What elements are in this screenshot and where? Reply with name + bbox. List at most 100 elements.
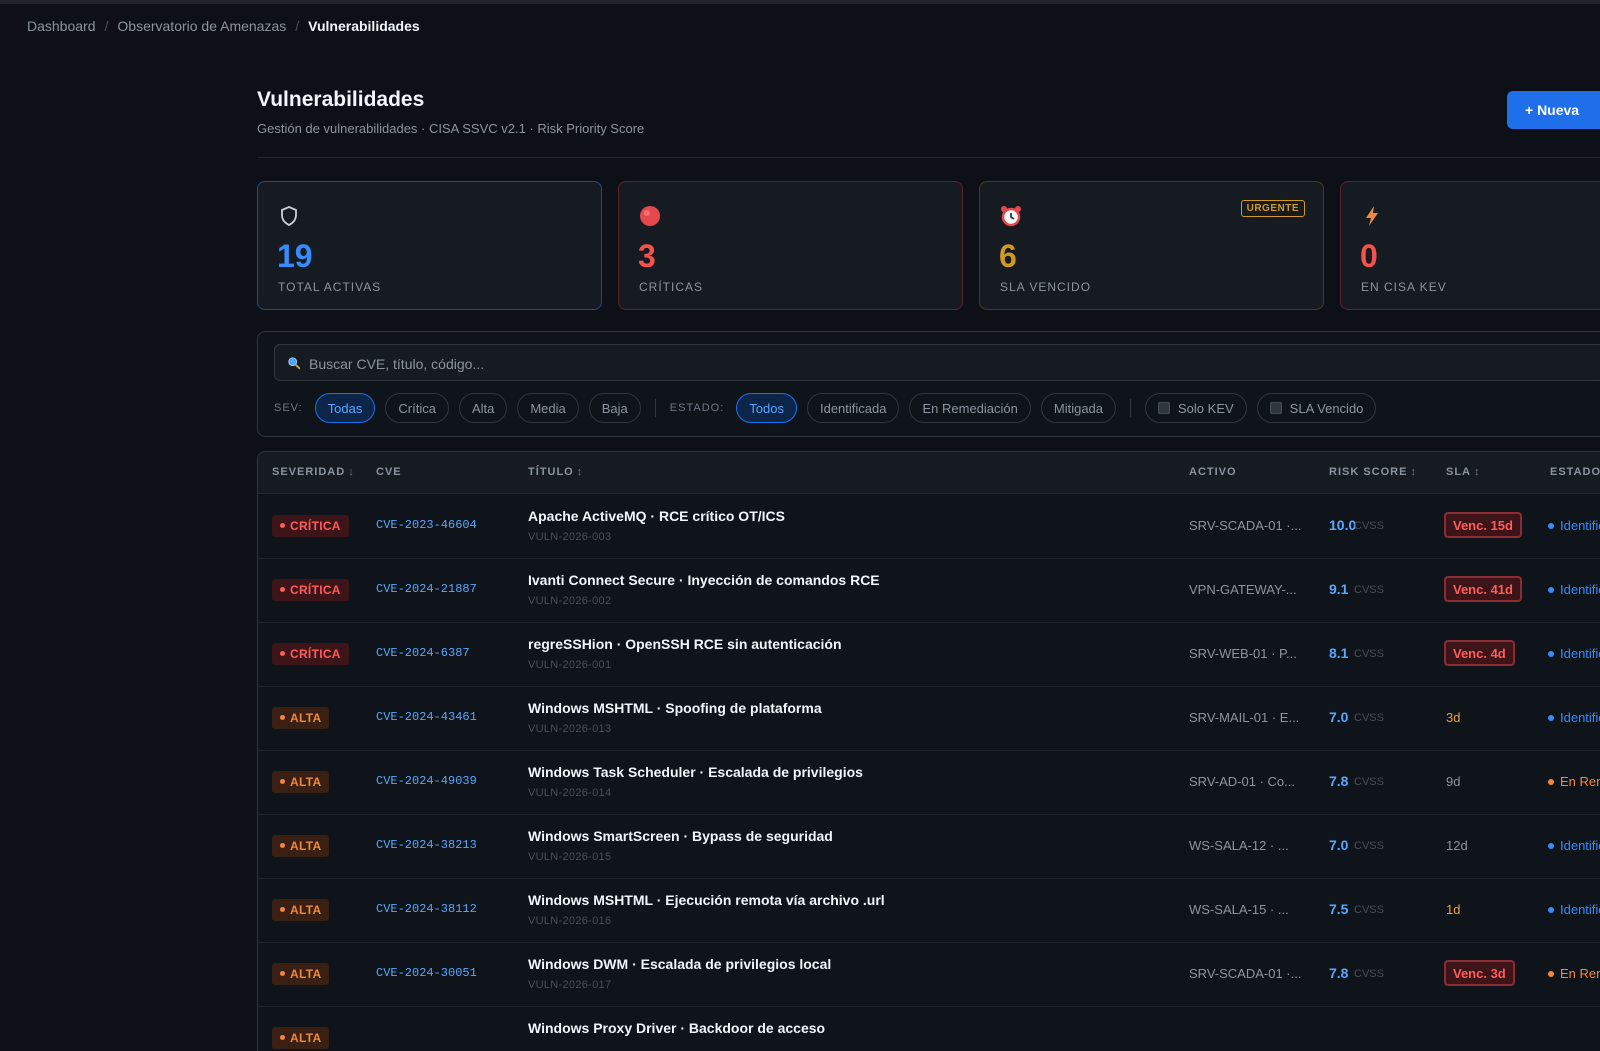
column-cve[interactable]: CVE bbox=[376, 466, 402, 478]
asset-name: SRV-SCADA-01 ·... bbox=[1189, 966, 1302, 981]
status-indicator: Identificada bbox=[1548, 518, 1600, 533]
vuln-title[interactable]: Windows MSHTML · Spoofing de plataforma bbox=[528, 700, 822, 716]
checkbox-icon bbox=[1158, 402, 1171, 414]
table-row[interactable]: ALTA Windows Proxy Driver · Backdoor de a… bbox=[258, 1006, 1600, 1051]
sev-chip-critica[interactable]: Crítica bbox=[385, 393, 449, 423]
search-input[interactable] bbox=[307, 345, 1591, 382]
cve-link[interactable]: CVE-2024-21887 bbox=[376, 582, 477, 596]
checkbox-sla-vencido[interactable]: SLA Vencido bbox=[1256, 393, 1377, 423]
checkbox-label: SLA Vencido bbox=[1289, 400, 1364, 416]
vuln-title[interactable]: Apache ActiveMQ · RCE crítico OT/ICS bbox=[528, 508, 785, 524]
vuln-title[interactable]: Ivanti Connect Secure · Inyección de com… bbox=[528, 572, 880, 588]
table-row[interactable]: ALTA CVE-2024-43461 Windows MSHTML · Spoof… bbox=[258, 686, 1600, 751]
asset-name: SRV-WEB-01 · P... bbox=[1189, 646, 1297, 661]
severity-badge: ALTA bbox=[272, 835, 330, 857]
vuln-code: VULN-2026-003 bbox=[528, 531, 612, 543]
cve-link[interactable]: CVE-2024-43461 bbox=[376, 710, 477, 724]
table-row[interactable]: ALTA CVE-2024-49039 Windows Task Scheduler… bbox=[258, 750, 1600, 815]
page-title: Vulnerabilidades bbox=[257, 88, 425, 111]
search-box[interactable] bbox=[274, 344, 1600, 382]
new-vulnerability-button[interactable]: + Nueva bbox=[1507, 91, 1600, 129]
asset-name: SRV-SCADA-01 ·... bbox=[1189, 518, 1302, 533]
red-circle-icon bbox=[640, 206, 660, 226]
page-subtitle: Gestión de vulnerabilidades · CISA SSVC … bbox=[257, 121, 645, 136]
breadcrumb-dashboard[interactable]: Dashboard bbox=[27, 18, 96, 34]
cvss-label: CVSS bbox=[1354, 520, 1384, 532]
severity-dot-icon bbox=[280, 587, 285, 593]
stat-label: EN CISA KEV bbox=[1361, 280, 1447, 294]
risk-score: 10.0 bbox=[1329, 517, 1357, 533]
status-dot-icon bbox=[1548, 778, 1554, 785]
sev-chip-media[interactable]: Media bbox=[517, 393, 579, 423]
status-indicator: Identificada bbox=[1548, 646, 1600, 661]
vuln-code: VULN-2026-001 bbox=[528, 659, 612, 671]
vuln-title[interactable]: Windows DWM · Escalada de privilegios lo… bbox=[528, 956, 831, 972]
table-header: SEVERIDAD ↓ CVE TÍTULO ↕ ACTIVO RISK SCORE… bbox=[258, 452, 1600, 494]
table-row[interactable]: CRÍTICA CVE-2023-46604 Apache ActiveMQ · R… bbox=[258, 494, 1600, 559]
stat-card-cisa-kev[interactable]: 0 EN CISA KEV bbox=[1340, 181, 1600, 310]
status-indicator: En Remediación bbox=[1548, 774, 1600, 789]
checkbox-solo-kev[interactable]: Solo KEV bbox=[1145, 393, 1247, 423]
stat-card-sla-vencido[interactable]: 6 SLA VENCIDO URGENTE bbox=[979, 181, 1324, 310]
vulnerabilities-table: SEVERIDAD ↓ CVE TÍTULO ↕ ACTIVO RISK SCORE… bbox=[257, 451, 1600, 1051]
risk-score: 7.8 bbox=[1329, 965, 1349, 981]
sla-overdue-badge: Venc. 4d bbox=[1444, 640, 1515, 666]
header-divider bbox=[257, 157, 1600, 158]
column-estado[interactable]: ESTADO bbox=[1550, 466, 1600, 478]
cvss-label: CVSS bbox=[1354, 584, 1384, 596]
filter-panel: SEV: Todas Crítica Alta Media Baja ESTAD… bbox=[257, 331, 1600, 437]
sort-icon: ↕ bbox=[576, 466, 584, 478]
status-dot-icon bbox=[1548, 650, 1554, 657]
column-sla[interactable]: SLA ↕ bbox=[1446, 466, 1481, 478]
table-row[interactable]: CRÍTICA CVE-2024-21887 Ivanti Connect Secu… bbox=[258, 558, 1600, 623]
cve-link[interactable]: CVE-2024-38112 bbox=[376, 902, 477, 916]
estado-chip-identificada[interactable]: Identificada bbox=[806, 393, 900, 423]
vuln-code: VULN-2026-002 bbox=[528, 595, 612, 607]
vuln-title[interactable]: regreSSHion · OpenSSH RCE sin autenticac… bbox=[528, 636, 842, 652]
column-severidad[interactable]: SEVERIDAD ↓ bbox=[272, 466, 355, 478]
sev-filter-label: SEV: bbox=[274, 402, 303, 414]
column-risk-score[interactable]: RISK SCORE ↕ bbox=[1329, 466, 1417, 478]
sev-chip-alta[interactable]: Alta bbox=[458, 393, 508, 423]
severity-dot-icon bbox=[280, 907, 285, 913]
vuln-title[interactable]: Windows Task Scheduler · Escalada de pri… bbox=[528, 764, 863, 780]
estado-chip-en-remediacion[interactable]: En Remediación bbox=[909, 393, 1031, 423]
column-titulo[interactable]: TÍTULO ↕ bbox=[528, 466, 583, 478]
status-dot-icon bbox=[1548, 586, 1554, 593]
column-activo[interactable]: ACTIVO bbox=[1189, 466, 1237, 478]
risk-score: 9.1 bbox=[1329, 581, 1349, 597]
estado-filter-label: ESTADO: bbox=[669, 402, 725, 414]
stat-label: CRÍTICAS bbox=[639, 280, 704, 294]
stat-card-total[interactable]: 19 TOTAL ACTIVAS bbox=[257, 181, 602, 310]
sev-chip-baja[interactable]: Baja bbox=[588, 393, 641, 423]
vuln-title[interactable]: Windows Proxy Driver · Backdoor de acces… bbox=[528, 1020, 825, 1036]
filter-divider bbox=[654, 399, 656, 417]
sla-remaining: 3d bbox=[1446, 710, 1461, 725]
severity-dot-icon bbox=[280, 971, 285, 977]
vuln-title[interactable]: Windows SmartScreen · Bypass de segurida… bbox=[528, 828, 833, 844]
severity-dot-icon bbox=[280, 651, 285, 657]
stat-card-criticas[interactable]: 3 CRÍTICAS bbox=[618, 181, 963, 310]
cve-link[interactable]: CVE-2024-49039 bbox=[376, 774, 477, 788]
asset-name: SRV-AD-01 · Co... bbox=[1189, 774, 1295, 789]
sort-icon: ↕ bbox=[1474, 466, 1481, 478]
estado-chip-mitigada[interactable]: Mitigada bbox=[1040, 393, 1117, 423]
sev-chip-todas[interactable]: Todas bbox=[314, 393, 376, 423]
table-row[interactable]: CRÍTICA CVE-2024-6387 regreSSHion · OpenSS… bbox=[258, 622, 1600, 687]
estado-chip-todos[interactable]: Todos bbox=[736, 393, 797, 423]
table-row[interactable]: ALTA CVE-2024-38112 Windows MSHTML · Ejecu… bbox=[258, 878, 1600, 943]
cve-link[interactable]: CVE-2024-6387 bbox=[376, 646, 470, 660]
sla-remaining: 1d bbox=[1446, 902, 1461, 917]
stat-value: 6 bbox=[999, 238, 1017, 274]
table-row[interactable]: ALTA CVE-2024-38213 Windows SmartScreen · … bbox=[258, 814, 1600, 879]
status-dot-icon bbox=[1548, 522, 1554, 529]
cve-link[interactable]: CVE-2024-30051 bbox=[376, 966, 477, 980]
cve-link[interactable]: CVE-2023-46604 bbox=[376, 518, 477, 532]
sla-overdue-badge: Venc. 3d bbox=[1444, 960, 1515, 986]
vuln-title[interactable]: Windows MSHTML · Ejecución remota vía ar… bbox=[528, 892, 885, 908]
table-row[interactable]: ALTA CVE-2024-30051 Windows DWM · Escalada… bbox=[258, 942, 1600, 1007]
cvss-label: CVSS bbox=[1354, 776, 1384, 788]
breadcrumb-separator: / bbox=[104, 18, 109, 34]
sla-overdue-badge: Venc. 41d bbox=[1444, 576, 1522, 602]
cve-link[interactable]: CVE-2024-38213 bbox=[376, 838, 477, 852]
